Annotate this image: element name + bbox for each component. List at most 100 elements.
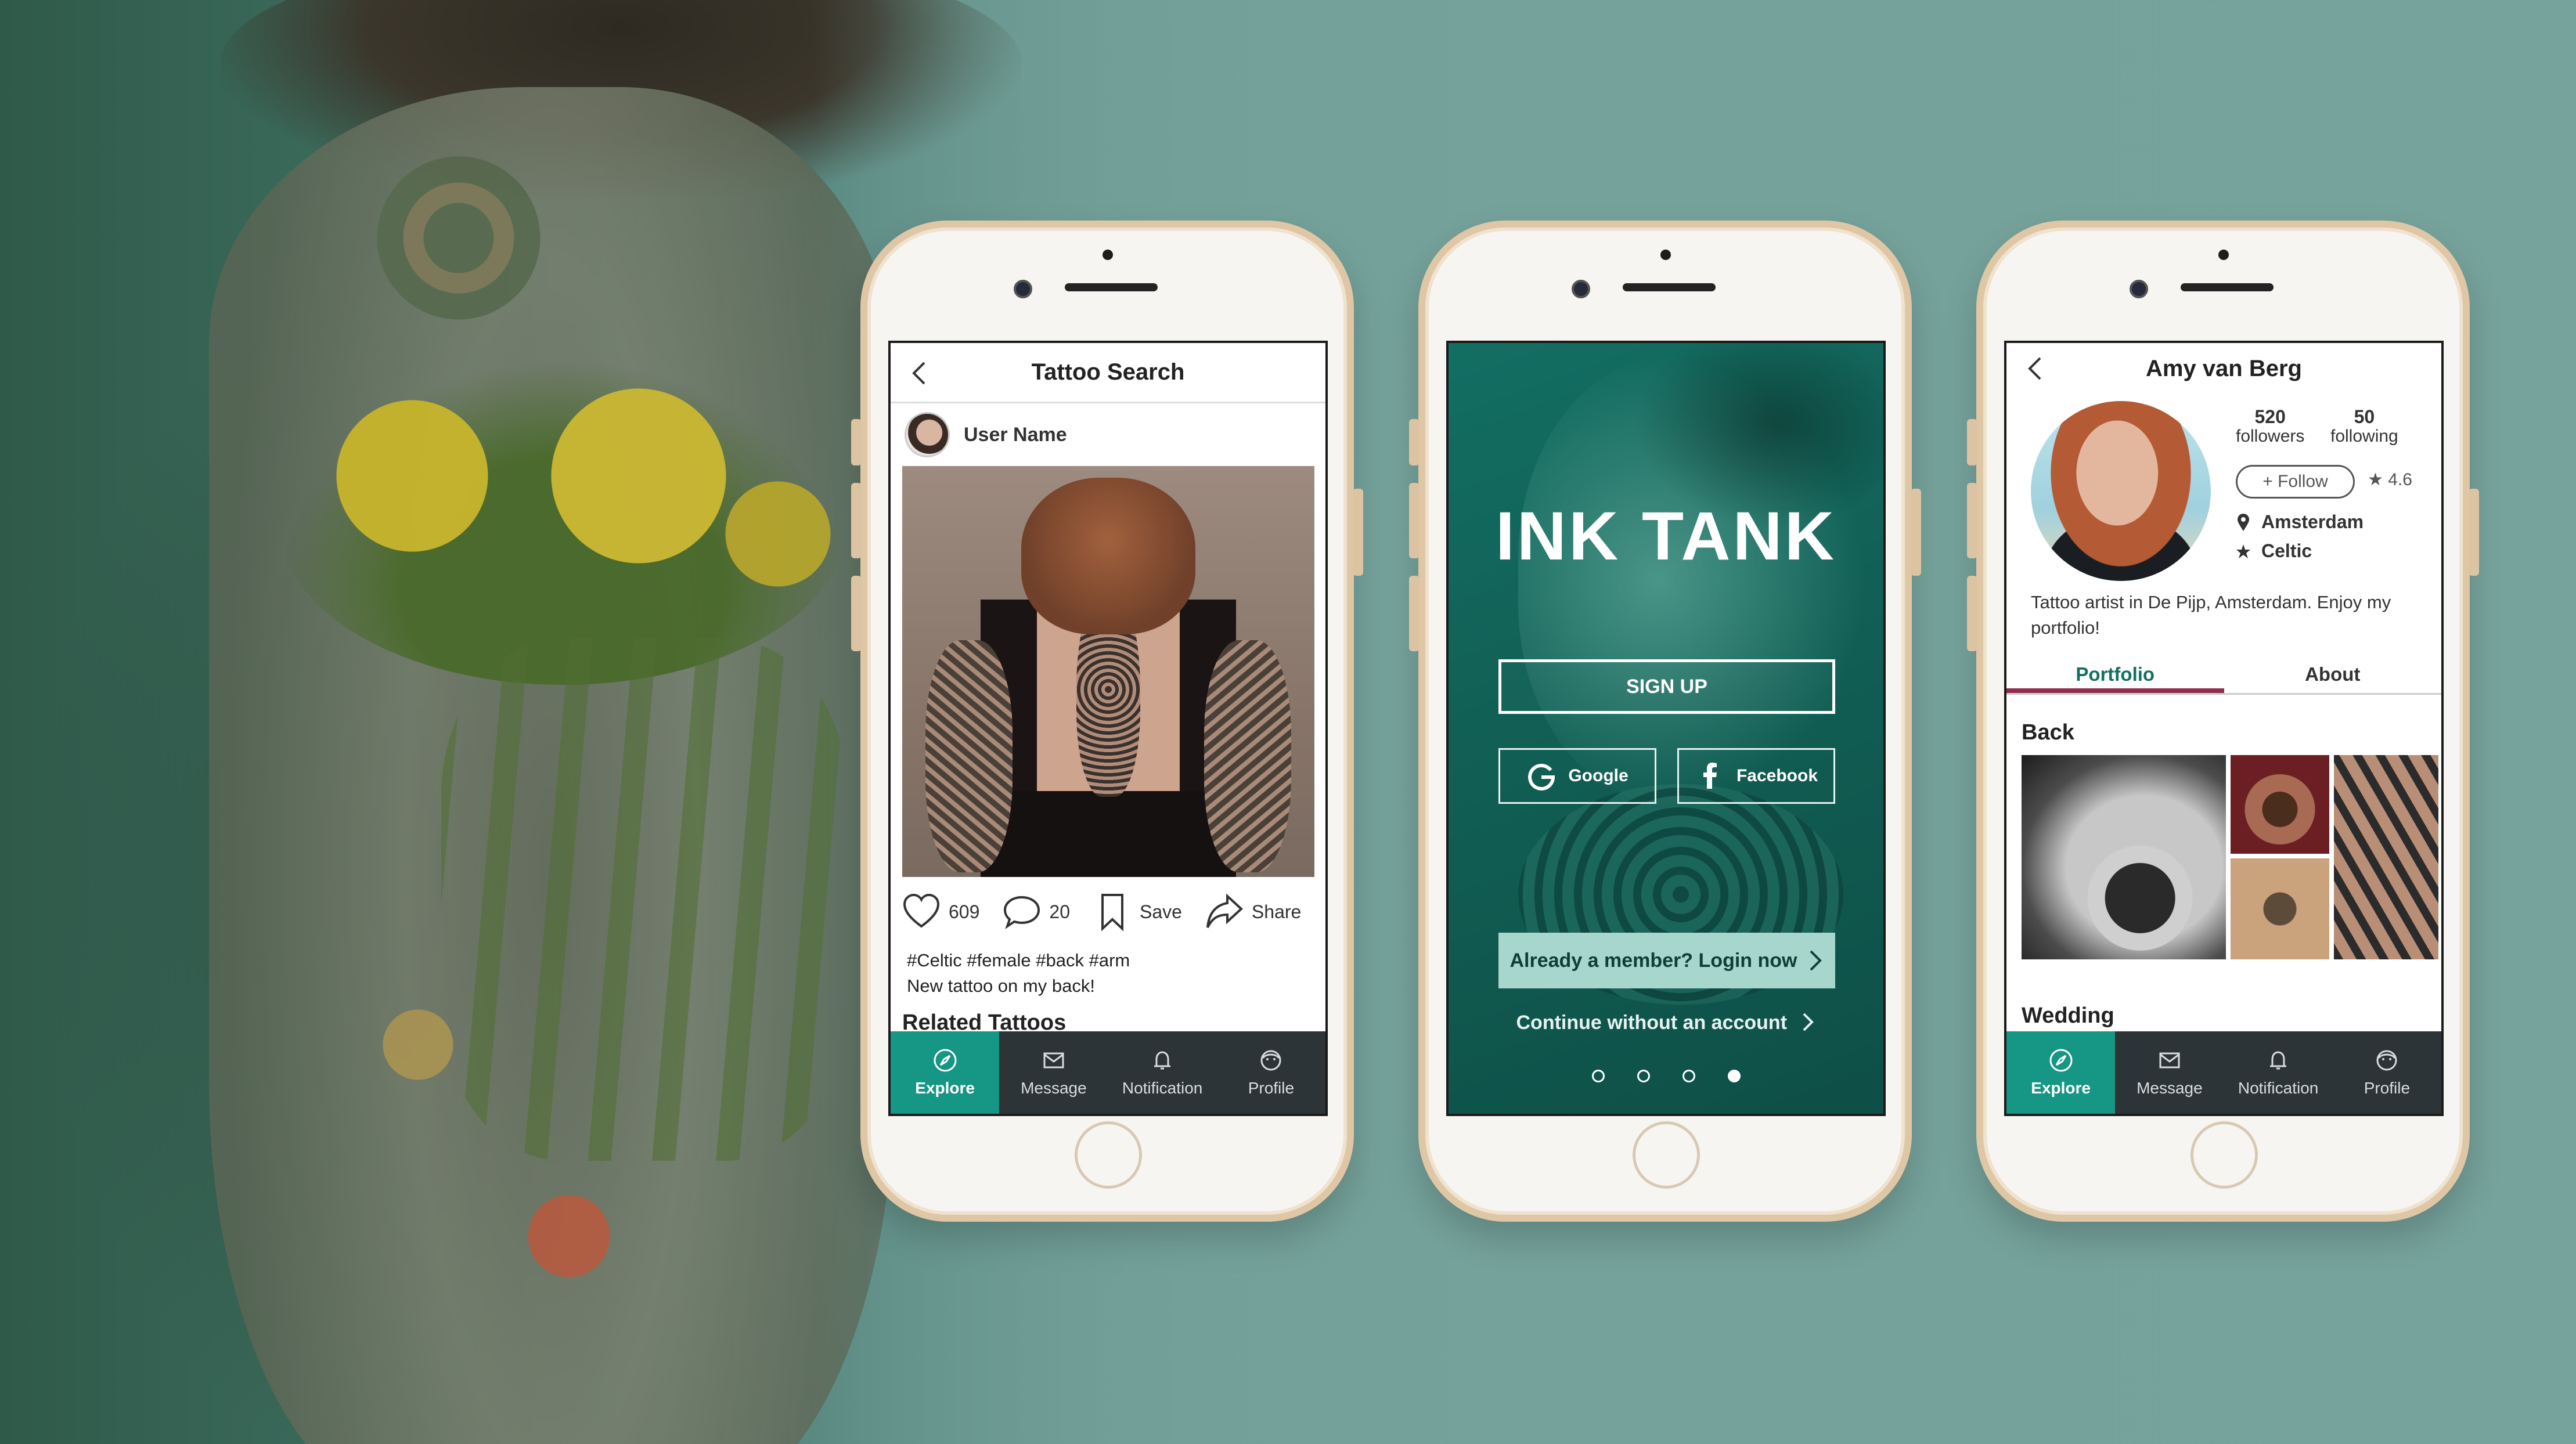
heart-icon [903,893,940,928]
post-author[interactable]: User Name [905,411,1067,458]
post-caption: #Celtic #female #back #arm New tattoo on… [907,948,1130,999]
nav-label: Explore [915,1079,975,1097]
phone-speaker [2181,283,2274,291]
save-button[interactable]: Save [1092,891,1182,932]
avatar[interactable] [905,412,950,457]
phone-home-button [2190,1121,2258,1189]
phone-mockup-welcome: INK TANK SIGN UP Google Facebook Already… [1409,221,1921,1222]
follow-button[interactable]: + Follow [2236,465,2355,499]
portfolio-image[interactable] [2231,858,2329,959]
signup-button[interactable]: SIGN UP [1498,659,1835,714]
location-label: Amsterdam [2261,511,2364,532]
phone-side-button [1353,489,1363,576]
phone-side-button [851,483,862,558]
carousel-dot[interactable] [1682,1070,1695,1082]
comment-icon [1004,896,1040,929]
like-count: 609 [949,901,980,922]
profile-avatar[interactable] [2031,401,2211,581]
post-photo[interactable] [902,466,1314,877]
carousel-dot-active[interactable] [1727,1070,1741,1082]
following-stat[interactable]: 50 following [2330,407,2398,446]
rating-value: 4.6 [2388,470,2412,489]
photo-dress-lower [981,791,1236,877]
star-icon [2236,544,2250,558]
caption-text: New tattoo on my back! [907,976,1095,996]
location-pin-icon [2238,513,2249,531]
followers-stat[interactable]: 520 followers [2236,407,2304,446]
profile-bio: Tattoo artist in De Pijp, Amsterdam. Enj… [2031,592,2391,638]
carousel-indicator [1449,1070,1883,1082]
nav-notification[interactable]: Notification [1108,1031,1217,1114]
user-name[interactable]: User Name [964,424,1067,446]
phone-front-camera [1572,280,1590,298]
chevron-right-icon [1803,1013,1814,1031]
share-icon [1206,893,1243,928]
phone-sensor [1660,250,1671,260]
phone-side-button [1409,483,1419,558]
portfolio-image[interactable] [2022,755,2226,959]
face-icon [2376,1050,2397,1071]
phone-mockup-artist-profile: Amy van Berg 520 followers 50 following … [1967,221,2479,1222]
like-button[interactable]: 609 [901,891,979,932]
phone-side-button [1967,419,1977,465]
portfolio-image[interactable] [2334,755,2438,959]
rating: ★ 4.6 [2368,470,2412,490]
continue-label: Continue without an account [1516,1012,1788,1034]
nav-label: Message [1021,1079,1087,1097]
top-bar: Amy van Berg [2006,343,2441,393]
facebook-login-button[interactable]: Facebook [1677,748,1835,804]
bottom-nav: Explore Message Notification Profile [2006,1031,2441,1114]
portfolio-image[interactable] [2231,755,2329,854]
tab-about[interactable]: About [2224,656,2442,693]
screen-welcome: INK TANK SIGN UP Google Facebook Already… [1446,341,1886,1116]
nav-profile[interactable]: Profile [2333,1031,2441,1114]
login-button[interactable]: Already a member? Login now [1498,933,1835,988]
background-sunflowers [279,360,848,685]
google-icon [1528,764,1555,790]
share-button[interactable]: Share [1204,891,1301,932]
profile-name: Amy van Berg [2146,356,2302,381]
compass-icon [2049,1049,2073,1072]
followers-count: 520 [2254,406,2286,427]
brand-logo-text: INK TANK [1496,498,1836,575]
post-actions: 609 20 Save Share [901,889,1319,935]
nav-label: Notification [2238,1079,2319,1097]
nav-profile[interactable]: Profile [1217,1031,1325,1114]
nav-explore[interactable]: Explore [2006,1031,2116,1114]
nav-label: Notification [1122,1079,1203,1097]
carousel-dot[interactable] [1637,1070,1650,1082]
nav-notification[interactable]: Notification [2224,1031,2333,1114]
nav-explore[interactable]: Explore [891,1031,1000,1114]
photo-hair [1021,478,1195,634]
bottom-nav: Explore Message Notification Profile [891,1031,1325,1114]
nav-label: Message [2137,1079,2203,1097]
profile-tabs: Portfolio About [2006,656,2441,695]
phone-side-button [1409,576,1419,651]
following-count: 50 [2354,406,2375,427]
phone-speaker [1065,283,1158,291]
phone-home-button [1075,1121,1142,1189]
phone-side-button [851,419,862,465]
phone-side-button [851,576,862,651]
nav-message[interactable]: Message [2115,1031,2224,1114]
phone-side-button [1911,489,1921,576]
comment-button[interactable]: 20 [1001,891,1070,932]
phone-sensor [1103,250,1113,260]
carousel-dot[interactable] [1591,1070,1605,1082]
continue-without-account-link[interactable]: Continue without an account [1449,1012,1883,1034]
tattoo-style: Celtic [2236,540,2312,562]
style-label: Celtic [2261,540,2312,561]
following-label: following [2330,427,2398,446]
share-label: Share [1251,901,1302,922]
nav-label: Profile [2364,1079,2411,1097]
screen-tattoo-search: Tattoo Search User Name 609 20 Save Shar… [888,341,1328,1116]
background-stems [441,638,848,1161]
phone-home-button [1633,1121,1700,1189]
nav-message[interactable]: Message [999,1031,1108,1114]
tab-portfolio[interactable]: Portfolio [2006,656,2224,693]
facebook-icon [1703,763,1717,789]
google-login-button[interactable]: Google [1498,748,1656,804]
phone-side-button [1967,483,1977,558]
caption-tags[interactable]: #Celtic #female #back #arm [907,948,1130,973]
followers-label: followers [2236,427,2305,446]
